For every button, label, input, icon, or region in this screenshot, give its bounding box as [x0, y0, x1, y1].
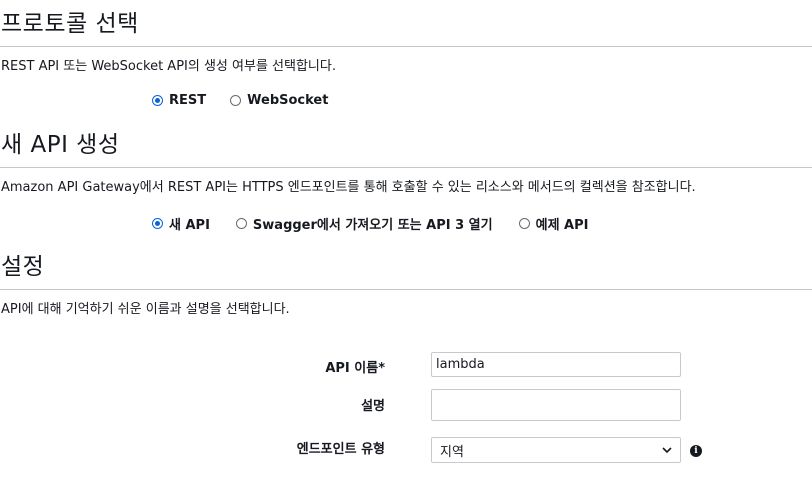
radio-example-api[interactable]	[518, 218, 530, 229]
api-name-input[interactable]	[431, 352, 681, 377]
new-api-radio-group: 새 API Swagger에서 가져오기 또는 API 3 열기 예제 API	[152, 214, 588, 233]
protocol-option-rest-label: REST	[169, 93, 207, 108]
new-api-option-new[interactable]: 새 API	[152, 214, 210, 233]
new-api-option-import-swagger-label: Swagger에서 가져오기 또는 API 3 열기	[252, 218, 493, 233]
new-api-option-example[interactable]: 예제 API	[518, 214, 589, 233]
new-api-option-new-label: 새 API	[169, 218, 210, 233]
description-input[interactable]	[431, 389, 681, 421]
protocol-radio-group: REST WebSocket	[152, 93, 328, 108]
protocol-option-rest[interactable]: REST	[152, 93, 206, 108]
radio-rest[interactable]	[152, 95, 163, 106]
new-api-section-title: 새 API 생성	[1, 132, 120, 158]
new-api-description: Amazon API Gateway에서 REST API는 HTTPS 엔드포…	[1, 180, 696, 195]
protocol-description: REST API 또는 WebSocket API의 생성 여부를 선택합니다.	[1, 59, 336, 74]
chevron-down-icon	[662, 443, 672, 458]
description-label: 설명	[361, 399, 385, 414]
radio-import-swagger[interactable]	[235, 218, 247, 229]
info-icon[interactable]: i	[690, 445, 702, 457]
endpoint-type-label: 엔드포인트 유형	[296, 442, 385, 457]
protocol-divider	[0, 46, 812, 47]
new-api-option-import-swagger[interactable]: Swagger에서 가져오기 또는 API 3 열기	[235, 214, 493, 233]
settings-description: API에 대해 기억하기 쉬운 이름과 설명을 선택합니다.	[1, 302, 290, 317]
settings-divider	[0, 289, 812, 290]
endpoint-type-select[interactable]: 지역	[431, 437, 681, 463]
endpoint-type-selected-value: 지역	[440, 444, 464, 460]
settings-section-title: 설정	[1, 254, 45, 280]
protocol-section-title: 프로토콜 선택	[1, 11, 139, 37]
new-api-divider	[0, 167, 812, 168]
protocol-option-websocket[interactable]: WebSocket	[230, 93, 328, 108]
api-name-label: API 이름*	[325, 361, 385, 376]
radio-websocket[interactable]	[230, 95, 242, 106]
radio-new-api[interactable]	[152, 218, 163, 229]
protocol-option-websocket-label: WebSocket	[247, 93, 329, 108]
new-api-option-example-label: 예제 API	[535, 218, 589, 233]
